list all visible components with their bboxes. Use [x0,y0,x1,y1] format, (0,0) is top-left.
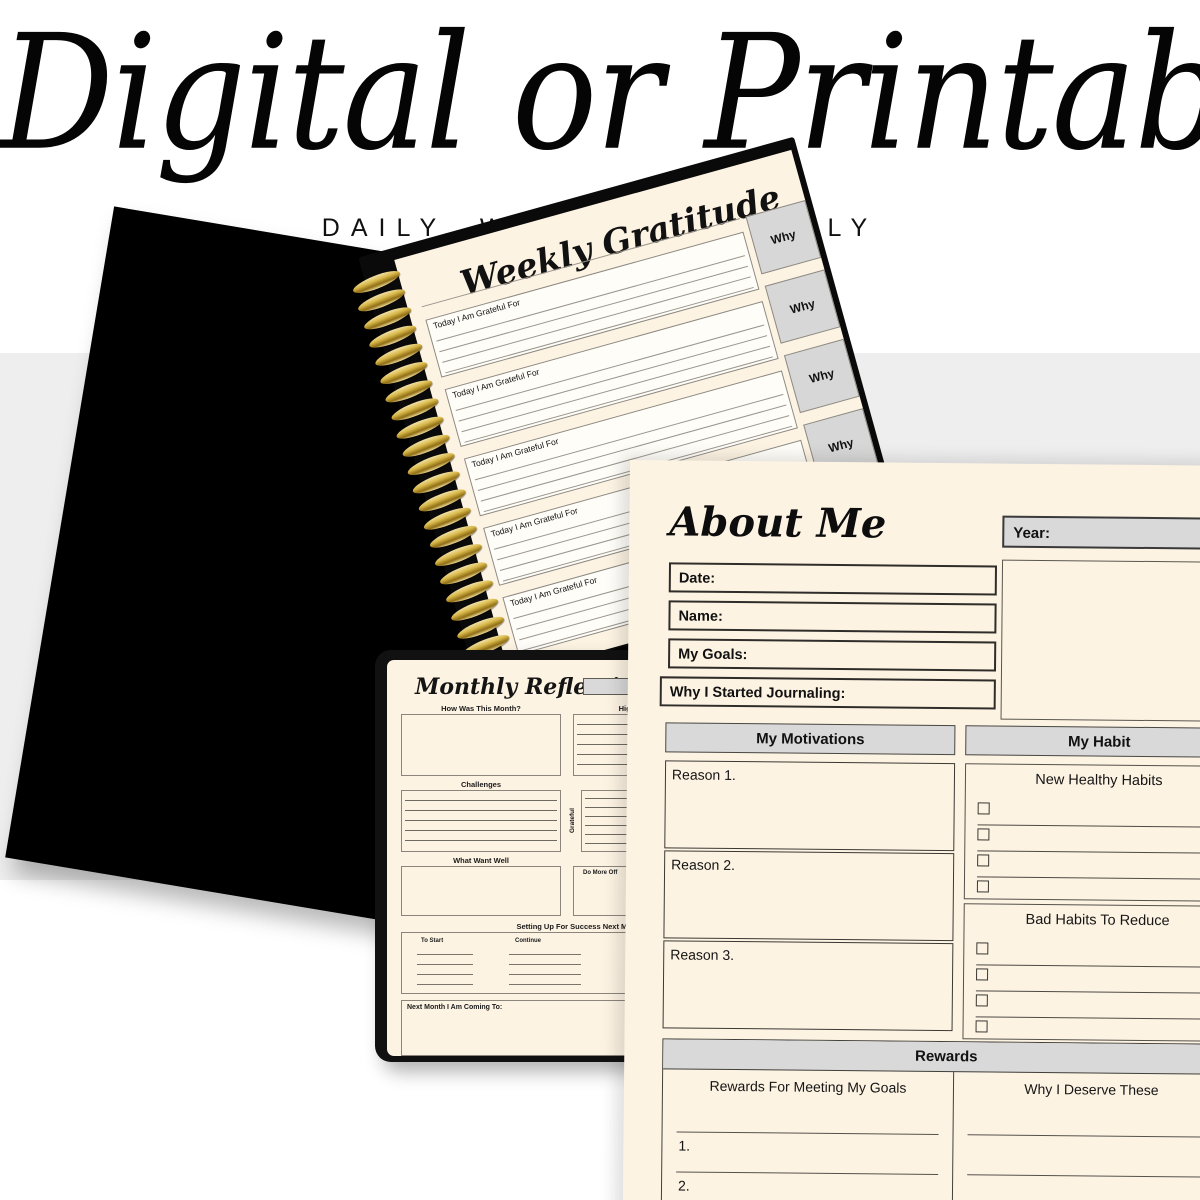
photo-box[interactable] [1000,559,1200,722]
caption-continue: Continue [515,938,541,944]
caption-next-month: Next Month I Am Coming To: [407,1004,503,1011]
deserve-line [967,1174,1200,1178]
habit-write-line [977,876,1200,880]
setting-up-line [417,954,473,955]
box-challenges[interactable] [401,790,561,852]
deserve-line [967,1134,1200,1138]
caption-how-was-this-month: How Was This Month? [441,704,521,713]
caption-why-deserve: Why I Deserve These [1024,1080,1159,1099]
setting-up-line [509,984,581,985]
header-my-motivations: My Motivations [665,722,956,756]
write-line [405,840,557,841]
about-me-title: About Me [669,498,887,548]
rewards-right-column[interactable]: Why I Deserve These [953,1072,1200,1200]
habit-checkbox[interactable] [975,994,988,1007]
caption-do-more-off: Do More Off [583,870,618,876]
habit-checkbox[interactable] [977,802,990,815]
label-grateful: Grateful [569,808,576,834]
caption-new-healthy-habits: New Healthy Habits [1035,771,1163,790]
box-reason-3[interactable]: Reason 3. [662,940,954,1032]
gratitude-row-label: Today I Am Grateful For [508,574,599,609]
gratitude-row-label: Today I Am Grateful For [431,297,522,331]
box-reason-1[interactable]: Reason 1. [664,760,956,852]
setting-up-line [509,964,581,965]
setting-up-line [417,974,473,975]
page-title: Digital or Printable Planner [0,1,1200,186]
rewards-left-column[interactable]: Rewards For Meeting My Goals 1. 2. [661,1069,955,1200]
habit-write-line [975,990,1200,994]
caption-what-want-well: What Want Well [453,856,509,865]
year-field[interactable]: Year: [1002,515,1200,550]
caption-bad-habits: Bad Habits To Reduce [1025,911,1170,930]
setting-up-line [509,974,581,975]
habit-write-line [975,1016,1200,1020]
rewards-line [676,1131,939,1135]
rewards-item-2: 2. [677,1177,690,1194]
habit-checkbox[interactable] [976,880,989,893]
promo-graphic: Digital or Printable Planner DAILY, WEEK… [0,0,1200,1200]
habit-write-line [976,964,1200,968]
rewards-item-1: 1. [678,1137,691,1154]
rewards-line [676,1171,939,1175]
field-name[interactable]: Name: [668,600,997,634]
box-bad-habits[interactable]: Bad Habits To Reduce [962,903,1200,1042]
field-date[interactable]: Date: [668,562,998,596]
box-how-was-this-month[interactable] [401,714,561,776]
rewards-section: Rewards Rewards For Meeting My Goals 1. … [660,1038,1200,1200]
gratitude-row-label: Today I Am Grateful For [470,435,560,470]
habit-checkbox[interactable] [975,1020,988,1033]
write-line [405,810,557,811]
habit-checkbox[interactable] [976,942,989,955]
field-why-journaling[interactable]: Why I Started Journaling: [659,676,996,710]
caption-challenges: Challenges [460,780,501,789]
setting-up-line [417,984,473,985]
header-my-habit: My Habit [965,725,1200,758]
gratitude-row-label: Today I Am Grateful For [451,366,541,401]
write-line [405,820,557,821]
about-me-page: About Me Year: Date: Name: My Goals: Why… [622,460,1200,1200]
box-what-want-well[interactable] [401,866,561,916]
gratitude-row-label: Today I Am Grateful For [489,505,579,539]
habit-checkbox[interactable] [976,968,989,981]
box-new-healthy-habits[interactable]: New Healthy Habits [963,763,1200,902]
habit-write-line [977,850,1200,854]
caption-to-start: To Start [421,938,444,944]
setting-up-line [417,964,473,965]
write-line [405,830,557,831]
habit-checkbox[interactable] [977,854,990,867]
write-line [405,800,557,801]
field-my-goals[interactable]: My Goals: [668,638,997,672]
caption-rewards-goals: Rewards For Meeting My Goals [709,1077,907,1096]
box-reason-2[interactable]: Reason 2. [663,850,955,942]
setting-up-line [509,954,581,955]
habit-write-line [977,824,1200,828]
habit-checkbox[interactable] [977,828,990,841]
